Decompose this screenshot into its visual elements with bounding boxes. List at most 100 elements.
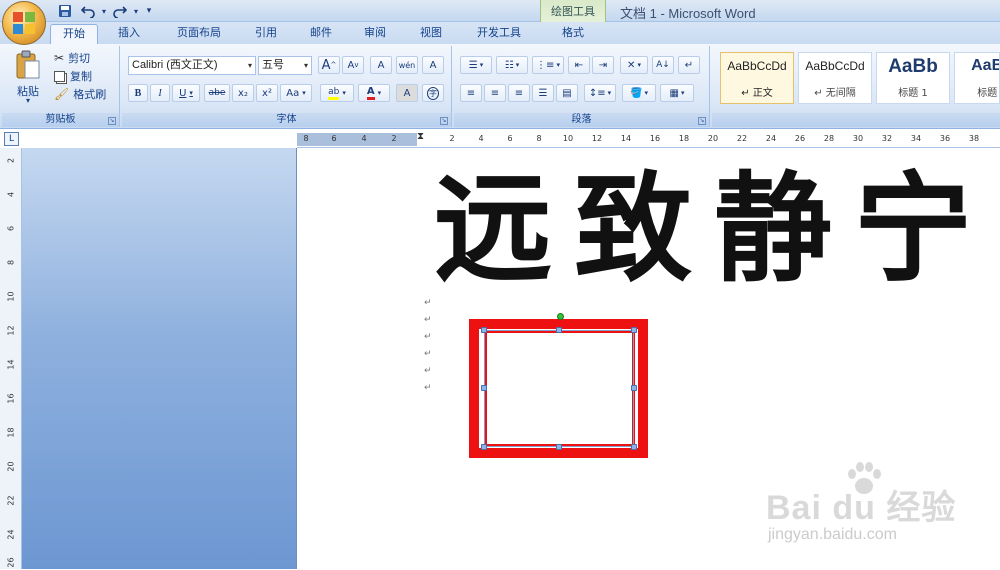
format-painter-button[interactable]: 🖌 格式刷 — [54, 86, 106, 102]
copy-button[interactable]: 复制 — [54, 68, 92, 84]
chinese-layout-button[interactable]: ✕ ▾ — [620, 56, 648, 74]
align-right-icon: ≡ — [514, 87, 524, 99]
justify-button[interactable]: ☰ — [532, 84, 554, 102]
shrink-font-button[interactable]: Av — [342, 56, 364, 74]
align-right-button[interactable]: ≡ — [508, 84, 530, 102]
format-painter-icon: 🖌 — [54, 87, 70, 101]
office-button[interactable] — [2, 1, 46, 45]
paragraph-mark: ↵ — [424, 332, 432, 342]
tab-references[interactable]: 引用 — [244, 24, 288, 44]
ruler-number: 8 — [6, 259, 16, 266]
enclose-char-button[interactable]: 字 — [422, 84, 444, 102]
tab-developer[interactable]: 开发工具 — [464, 24, 534, 44]
tab-review[interactable]: 审阅 — [352, 24, 398, 44]
char-shading-button[interactable]: A — [396, 84, 418, 102]
style-no-spacing[interactable]: AaBbCcDd ↵ 无间隔 — [798, 52, 872, 104]
subscript-icon: x₂ — [238, 87, 248, 99]
paste-button[interactable]: 粘贴 ▾ — [10, 50, 46, 106]
chevron-down-icon: ▾ — [303, 61, 308, 70]
font-size-combo[interactable]: 五号 ▾ — [258, 56, 312, 75]
align-center-button[interactable]: ≡ — [484, 84, 506, 102]
styles-group: AaBbCcDd ↵ 正文 AaBbCcDd ↵ 无间隔 AaBb 标题 1 A… — [712, 46, 1000, 127]
style-sample: AaBbCcDd — [727, 59, 787, 73]
font-group-label: 字体 — [122, 113, 451, 127]
change-case-button[interactable]: Aa ▾ — [280, 84, 312, 102]
customize-qat-icon[interactable]: ▾ — [144, 3, 154, 19]
resize-handle-top[interactable] — [556, 327, 562, 333]
paragraph-mark: ↵ — [424, 366, 432, 376]
clear-format-button[interactable]: A — [370, 56, 392, 74]
phonetic-guide-button[interactable]: wén — [396, 56, 418, 74]
numbering-icon: ☷ — [504, 59, 514, 71]
style-name: 标题 1 — [898, 88, 928, 99]
clipboard-group: 粘贴 ▾ ✂ 剪切 复制 🖌 格式刷 剪贴板 ↘ — [2, 46, 120, 127]
redo-icon[interactable] — [110, 3, 130, 19]
align-left-button[interactable]: ≡ — [460, 84, 482, 102]
font-name-combo[interactable]: Calibri (西文正文) ▾ — [128, 56, 256, 75]
multilevel-list-button[interactable]: ⋮≡ ▾ — [532, 56, 564, 74]
tab-mailings[interactable]: 邮件 — [298, 24, 344, 44]
strikethrough-button[interactable]: abe — [204, 84, 230, 102]
subscript-button[interactable]: x₂ — [232, 84, 254, 102]
tab-format[interactable]: 格式 — [546, 24, 600, 44]
resize-handle-top-left[interactable] — [481, 327, 487, 333]
ruler-number: 18 — [6, 427, 16, 438]
resize-handle-bottom-right[interactable] — [631, 444, 637, 450]
vertical-ruler[interactable]: 2 4 6 8 10 12 14 16 18 20 22 24 26 — [0, 148, 22, 569]
underline-button[interactable]: U ▾ — [172, 84, 200, 102]
tab-page-layout[interactable]: 页面布局 — [160, 24, 238, 44]
italic-button[interactable]: I — [150, 84, 170, 102]
numbering-button[interactable]: ☷ ▾ — [496, 56, 528, 74]
shading-button[interactable]: 🪣 ▾ — [622, 84, 656, 102]
char-border-button[interactable]: A — [422, 56, 444, 74]
tab-selector-button[interactable]: L — [4, 132, 19, 146]
resize-handle-right[interactable] — [631, 385, 637, 391]
decrease-indent-button[interactable]: ⇤ — [568, 56, 590, 74]
cut-label: 剪切 — [68, 52, 91, 65]
shape-selection-box — [484, 330, 634, 447]
increase-indent-button[interactable]: ⇥ — [592, 56, 614, 74]
enclose-char-icon: 字 — [427, 86, 439, 100]
rotate-handle[interactable] — [557, 313, 564, 320]
tab-insert[interactable]: 插入 — [106, 24, 152, 44]
style-normal[interactable]: AaBbCcDd ↵ 正文 — [720, 52, 794, 104]
ruler-number: 20 — [6, 461, 16, 472]
line-spacing-button[interactable]: ↕≡ ▾ — [584, 84, 616, 102]
calligraphy-text: 远致静宁 — [433, 158, 994, 298]
grow-font-button[interactable]: A ^ — [318, 56, 340, 74]
style-heading-1[interactable]: AaBb 标题 1 — [876, 52, 950, 104]
style-sample: AaBb — [971, 57, 999, 74]
bold-button[interactable]: B — [128, 84, 148, 102]
clipboard-launcher-icon[interactable]: ↘ — [108, 117, 116, 125]
style-heading-2[interactable]: AaBb 标题 2 — [954, 52, 1000, 104]
redo-dropdown-icon[interactable]: ▾ — [132, 3, 140, 19]
save-icon[interactable] — [56, 3, 74, 19]
undo-icon[interactable] — [78, 3, 98, 19]
paragraph-launcher-icon[interactable]: ↘ — [698, 117, 706, 125]
font-launcher-icon[interactable]: ↘ — [440, 117, 448, 125]
calligraphy-image[interactable]: 远致静宁 — [428, 150, 1000, 298]
cut-button[interactable]: ✂ 剪切 — [54, 50, 90, 66]
indent-marker-icon[interactable]: ⧗ — [417, 131, 424, 142]
highlight-button[interactable]: ab ▾ — [320, 84, 354, 102]
font-color-button[interactable]: A ▾ — [358, 84, 390, 102]
resize-handle-bottom-left[interactable] — [481, 444, 487, 450]
tab-view[interactable]: 视图 — [408, 24, 454, 44]
strikethrough-icon: abe — [208, 88, 226, 98]
paragraph-group-label: 段落 — [454, 113, 709, 127]
bullets-button[interactable]: ☰ ▾ — [460, 56, 492, 74]
ruler-number: 24 — [6, 529, 16, 540]
sort-button[interactable]: A↓ — [652, 56, 674, 74]
char-border-icon: A — [429, 59, 437, 71]
show-marks-button[interactable]: ↵ — [678, 56, 700, 74]
resize-handle-bottom[interactable] — [556, 444, 562, 450]
superscript-button[interactable]: x² — [256, 84, 278, 102]
resize-handle-left[interactable] — [481, 385, 487, 391]
style-sample: AaBbCcDd — [805, 59, 865, 73]
resize-handle-top-right[interactable] — [631, 327, 637, 333]
borders-button[interactable]: ▦ ▾ — [660, 84, 694, 102]
distribute-button[interactable]: ▤ — [556, 84, 578, 102]
tab-home[interactable]: 开始 — [50, 24, 98, 44]
sort-icon: A↓ — [656, 60, 670, 70]
undo-dropdown-icon[interactable]: ▾ — [100, 3, 108, 19]
